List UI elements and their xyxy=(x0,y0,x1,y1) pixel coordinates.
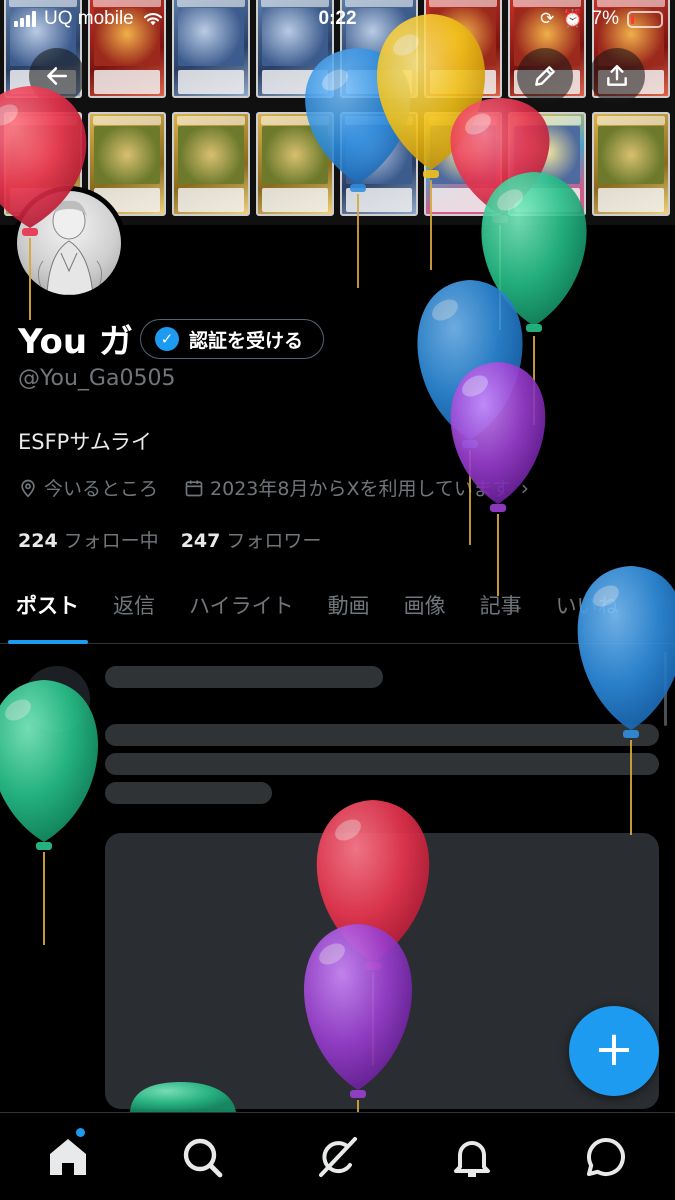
scrollbar[interactable] xyxy=(664,652,667,726)
grok-icon xyxy=(319,1137,357,1177)
bottom-nav xyxy=(0,1112,675,1200)
banner-card xyxy=(424,112,502,216)
banner-card xyxy=(256,112,334,216)
nav-grok[interactable] xyxy=(313,1133,361,1181)
home-notification-dot xyxy=(76,1128,85,1137)
user-handle: @You_Ga0505 xyxy=(18,366,176,391)
skeleton-line xyxy=(105,724,659,746)
tab-likes[interactable]: いいね xyxy=(539,580,636,644)
skeleton-avatar xyxy=(24,666,90,732)
back-button[interactable] xyxy=(29,48,85,104)
battery-label: 7% xyxy=(591,8,619,29)
skeleton-line xyxy=(105,666,383,688)
skeleton-line xyxy=(105,782,272,804)
skeleton-line xyxy=(105,753,659,775)
chevron-right-icon[interactable]: › xyxy=(521,476,529,500)
status-bar: UQ mobile 0:22 ⟳ ⏰ 7% xyxy=(0,0,675,38)
followers-count: 247 xyxy=(180,530,221,552)
follow-stats: 224 フォロー中 247 フォロワー xyxy=(18,526,321,553)
location-pin-icon xyxy=(21,479,35,498)
avatar[interactable] xyxy=(12,186,126,300)
tab-articles[interactable]: 記事 xyxy=(463,580,539,644)
nav-notifications[interactable] xyxy=(448,1133,496,1181)
nav-search[interactable] xyxy=(178,1133,226,1181)
following-count: 224 xyxy=(18,530,58,552)
nav-home[interactable] xyxy=(44,1133,92,1181)
tab-videos[interactable]: 動画 xyxy=(311,580,387,644)
banner-card xyxy=(592,112,670,216)
pencil-icon xyxy=(535,66,555,86)
search-icon xyxy=(183,1138,223,1178)
banner-card xyxy=(508,112,586,216)
share-upload-icon xyxy=(607,65,627,86)
tab-images[interactable]: 画像 xyxy=(387,580,463,644)
avatar-illustration xyxy=(37,200,103,295)
lock-rotation-icon: ⟳ xyxy=(540,9,555,28)
profile-tabs: ポスト 返信 ハイライト 動画 画像 記事 いいね xyxy=(0,580,675,644)
get-verified-button[interactable]: ✓ 認証を受ける xyxy=(140,319,325,359)
verified-badge-icon: ✓ xyxy=(155,327,179,351)
profile-meta: 今いるところ 2023年8月からXを利用しています › xyxy=(18,474,529,501)
tab-highlights[interactable]: ハイライト xyxy=(172,580,311,644)
user-bio: ESFPサムライ xyxy=(18,430,152,454)
joined-label: 2023年8月からXを利用しています xyxy=(210,478,511,500)
compose-post-button[interactable]: + xyxy=(569,1006,659,1096)
banner-card xyxy=(172,112,250,216)
calendar-icon xyxy=(185,480,203,496)
alarm-icon: ⏰ xyxy=(562,9,584,28)
home-icon xyxy=(50,1139,86,1175)
message-icon xyxy=(587,1137,625,1176)
balloon-blue xyxy=(417,280,523,545)
display-name: You ガ xyxy=(18,322,133,362)
tab-posts[interactable]: ポスト xyxy=(0,580,96,644)
battery-icon xyxy=(627,10,663,28)
nav-messages[interactable] xyxy=(582,1133,630,1181)
following-label: フォロー中 xyxy=(63,530,159,552)
location-label: 今いるところ xyxy=(44,478,159,500)
share-button[interactable] xyxy=(589,48,645,104)
get-verified-label: 認証を受ける xyxy=(189,329,304,352)
plus-icon: + xyxy=(593,1021,635,1077)
followers-link[interactable]: 247 フォロワー xyxy=(181,526,322,553)
banner-card xyxy=(340,112,418,216)
followers-label: フォロワー xyxy=(226,530,322,552)
arrow-left-icon xyxy=(47,67,67,85)
tab-replies[interactable]: 返信 xyxy=(96,580,172,644)
edit-button[interactable] xyxy=(517,48,573,104)
bell-icon xyxy=(454,1141,490,1177)
following-link[interactable]: 224 フォロー中 xyxy=(18,526,159,553)
